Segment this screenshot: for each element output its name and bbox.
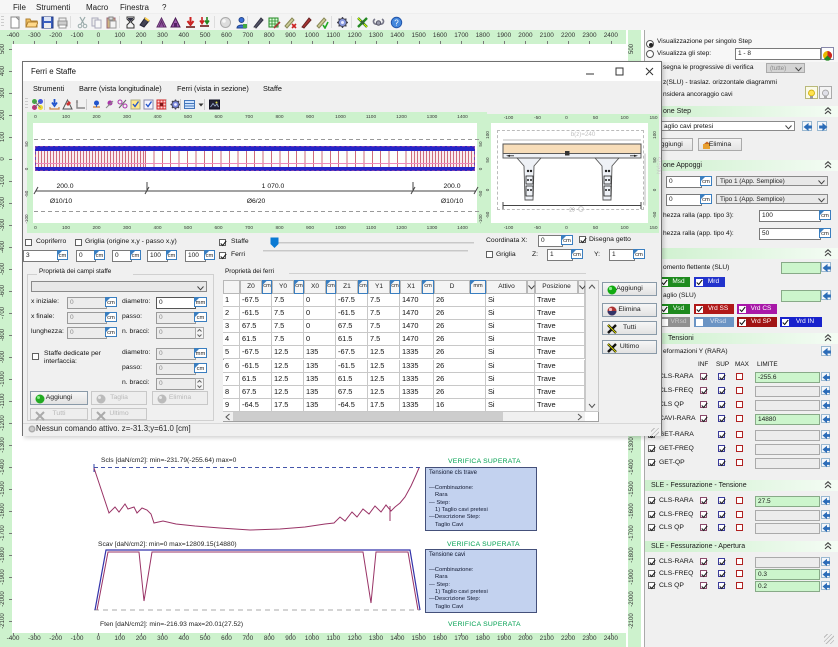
svg-text:29: 29 xyxy=(569,208,575,214)
svg-text:?: ? xyxy=(394,18,399,27)
